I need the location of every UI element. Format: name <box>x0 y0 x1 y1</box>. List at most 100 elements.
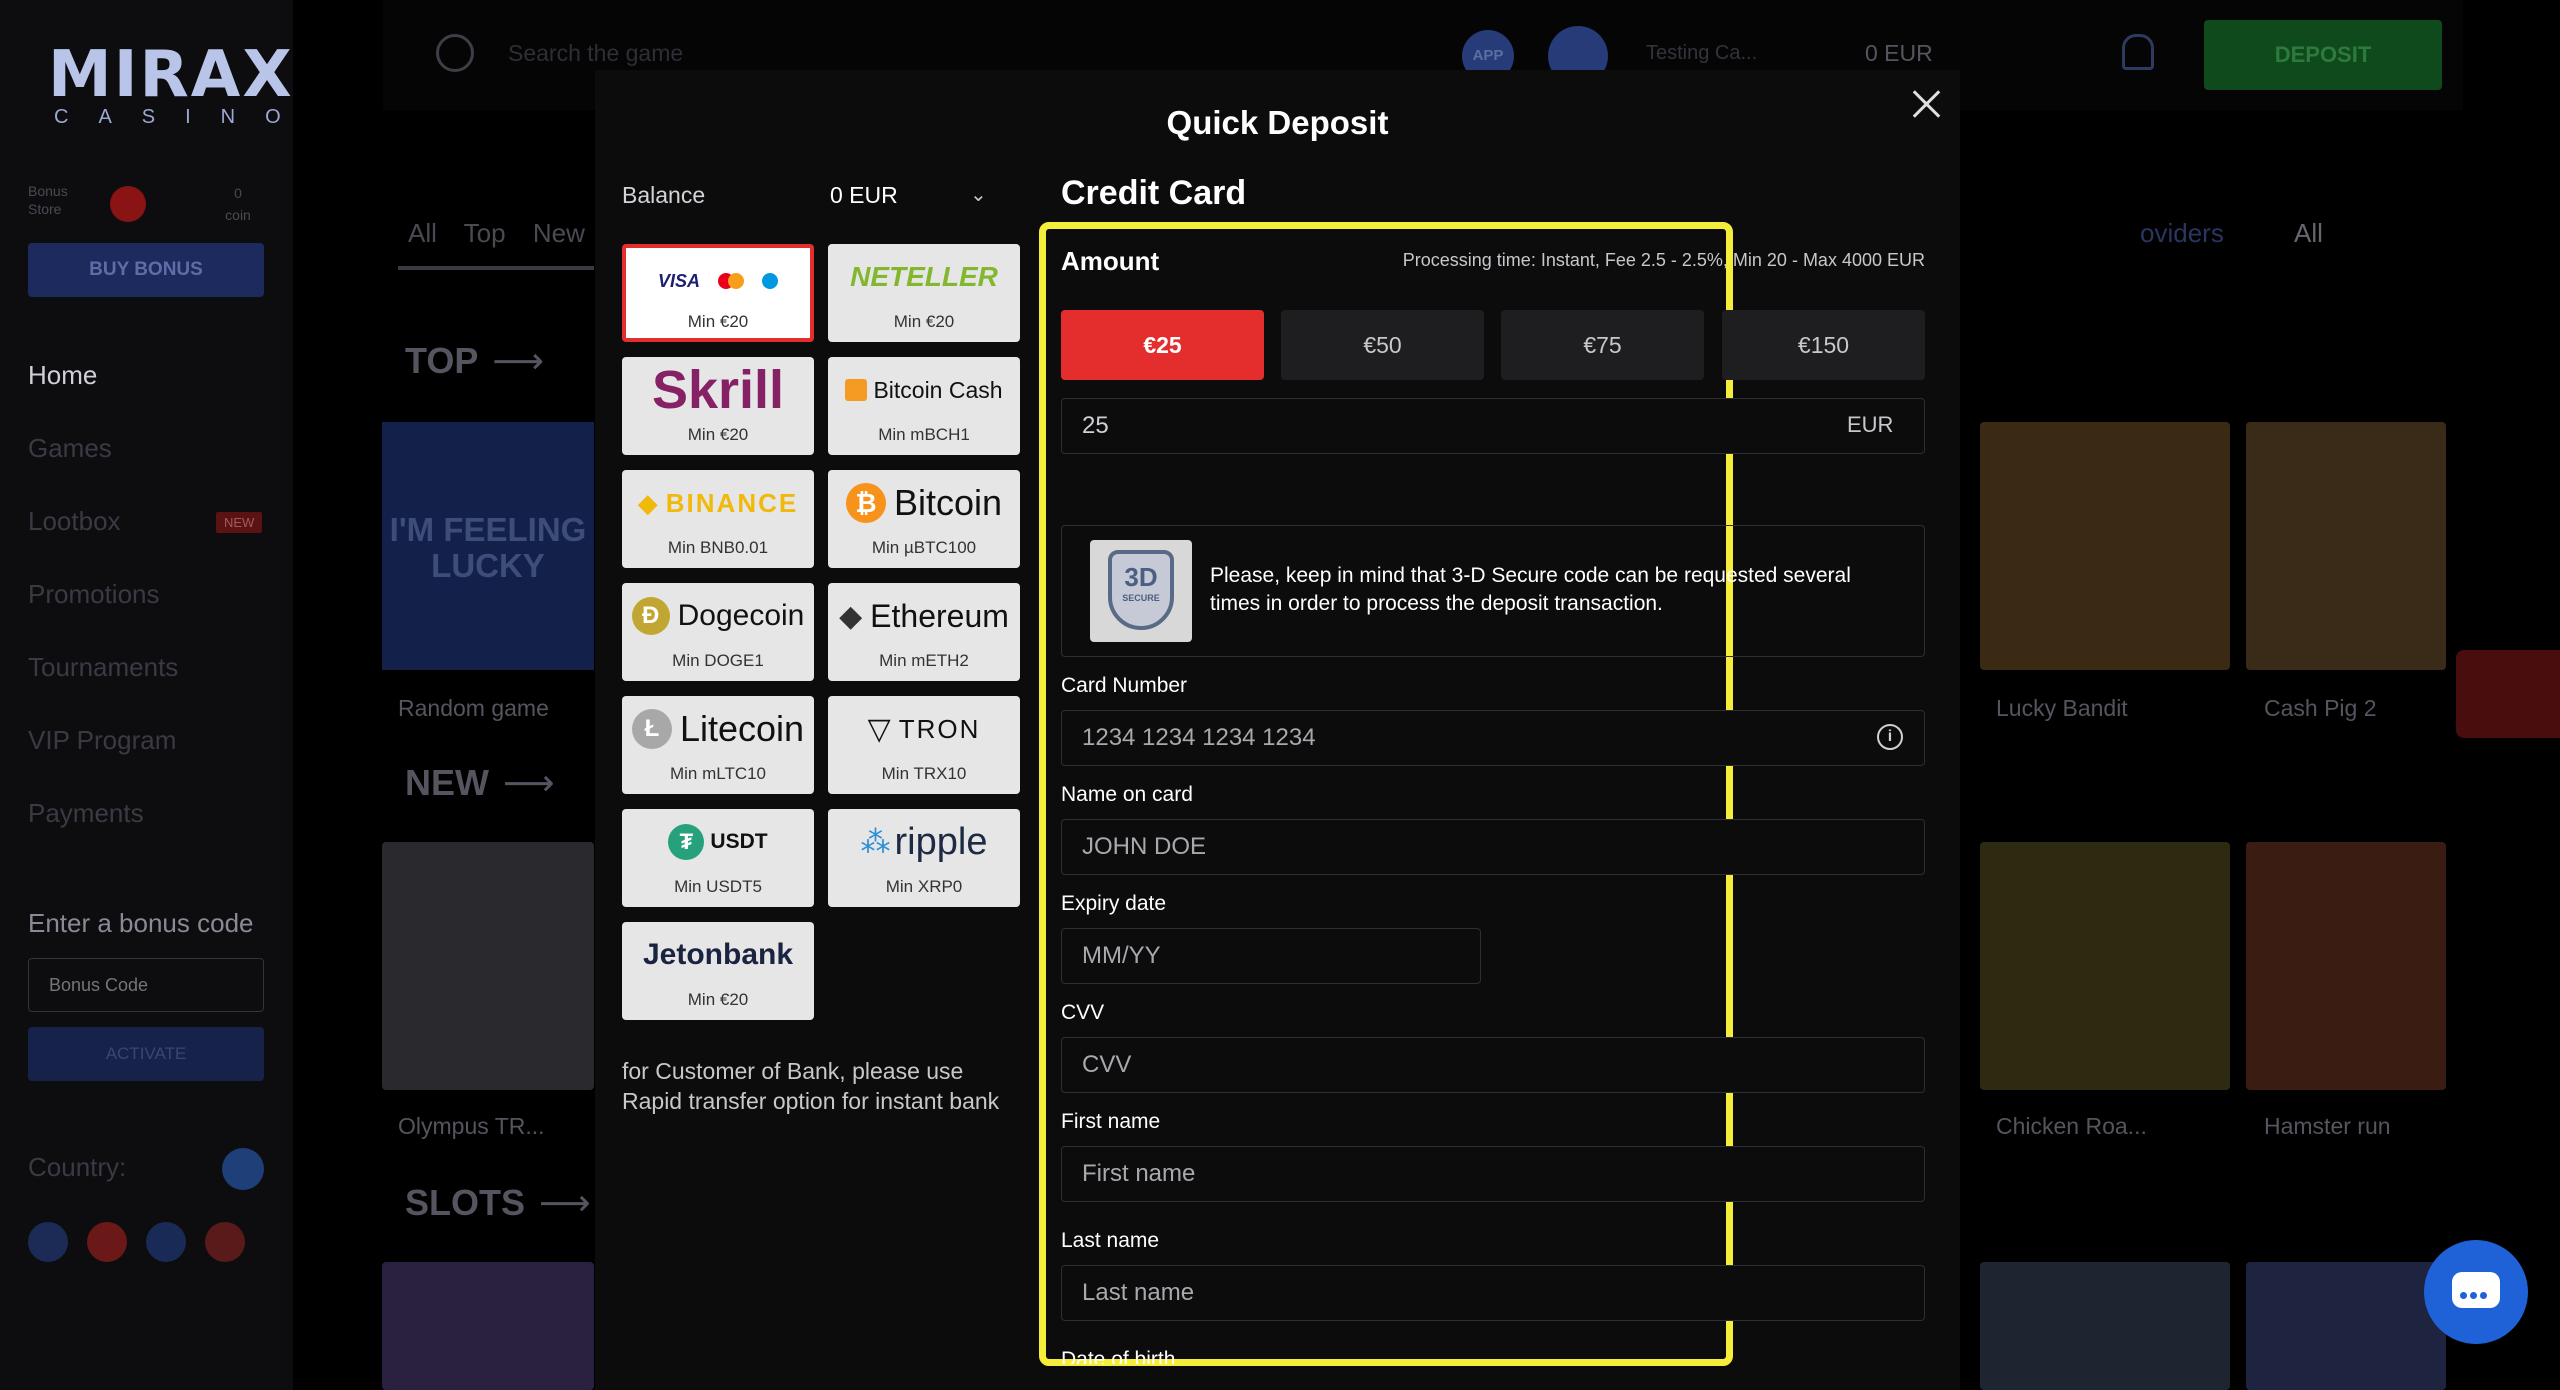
flag-au-icon[interactable] <box>28 1222 68 1262</box>
ethereum-icon: ◆ <box>839 599 863 633</box>
main-tabs: All Top New <box>408 218 605 249</box>
payment-method-jetonbank[interactable]: Jetonbank Min €20 <box>622 922 814 1020</box>
payment-method-binance[interactable]: ◆ BINANCE Min BNB0.01 <box>622 470 814 568</box>
last-name-input[interactable] <box>1061 1265 1925 1321</box>
buy-bonus-button[interactable]: BUY BONUS <box>28 243 264 297</box>
user-name[interactable]: Testing Ca... <box>1646 42 1757 65</box>
payment-method-visa[interactable]: VISA Min €20 <box>622 244 814 342</box>
bell-icon[interactable] <box>2122 34 2154 70</box>
min-label: Min XRP0 <box>885 877 963 896</box>
last-name-label: Last name <box>1061 1229 1160 1252</box>
sidebar-item-tournaments[interactable]: Tournaments <box>28 652 178 725</box>
game-label: Chicken Roa... <box>1996 1113 2147 1139</box>
sidebar-item-games[interactable]: Games <box>28 433 178 506</box>
flag-nz-icon[interactable] <box>146 1222 186 1262</box>
visa-text: VISA <box>657 270 700 291</box>
balance-label: Balance <box>622 182 706 208</box>
amount-75-button[interactable]: €75 <box>1501 310 1704 380</box>
sidebar: MIRAX CASINO Bonus Store 0 coin BUY BONU… <box>0 0 293 1390</box>
game-tile-slot[interactable] <box>1980 1262 2230 1390</box>
payment-method-bitcoin[interactable]: ₿ Bitcoin Min µBTC100 <box>828 470 1020 568</box>
chevron-down-icon[interactable]: ⌄ <box>970 182 987 207</box>
search-icon[interactable] <box>436 34 474 72</box>
chat-button[interactable] <box>2424 1240 2528 1344</box>
globe-icon[interactable] <box>222 1148 264 1190</box>
sidebar-item-promotions[interactable]: Promotions <box>28 579 178 652</box>
card-number-input[interactable] <box>1061 710 1925 766</box>
payment-method-skrill[interactable]: Skrill Min €20 <box>622 357 814 455</box>
sidebar-item-lootbox[interactable]: Lootbox NEW <box>28 506 263 579</box>
sidebar-nav: Home Games Lootbox NEW Promotions Tournam… <box>28 360 263 871</box>
header-balance[interactable]: 0 EUR <box>1865 40 1933 67</box>
tab-top[interactable]: Top <box>464 218 506 248</box>
activate-button[interactable]: ACTIVATE <box>28 1027 264 1081</box>
maestro-icon <box>762 273 778 289</box>
min-label: Min DOGE1 <box>672 651 764 670</box>
cvv-label: CVV <box>1061 1001 1105 1024</box>
game-tile-slot[interactable] <box>382 1262 594 1390</box>
processing-info: Processing time: Instant, Fee 2.5 - 2.5%… <box>1402 250 1925 270</box>
min-label: Min €20 <box>687 425 749 444</box>
payment-method-tron[interactable]: ▽ TRON Min TRX10 <box>828 696 1020 794</box>
sidebar-item-label: Promotions <box>28 579 160 609</box>
game-tile-lucky-bandit[interactable] <box>1980 422 2230 670</box>
info-icon[interactable]: i <box>1877 724 1903 750</box>
balance-value[interactable]: 0 EUR <box>830 182 898 209</box>
payment-method-bitcoin-cash[interactable]: Bitcoin Cash Min mBCH1 <box>828 357 1020 455</box>
providers-tab[interactable]: oviders <box>2140 218 2224 249</box>
game-tile-hamster-run[interactable] <box>2246 842 2446 1090</box>
payment-method-ethereum[interactable]: ◆ Ethereum Min mETH2 <box>828 583 1020 681</box>
min-label: Min €20 <box>893 312 955 331</box>
trophy-icon[interactable] <box>2456 650 2560 738</box>
section-slots-title[interactable]: SLOTS ⟶ <box>405 1182 591 1224</box>
litecoin-icon: Ł <box>631 709 672 749</box>
bonus-code-input[interactable] <box>28 958 264 1012</box>
close-icon[interactable] <box>1907 84 1947 124</box>
payment-method-litecoin[interactable]: Ł Litecoin Min mLTC10 <box>622 696 814 794</box>
tron-icon: ▽ <box>867 712 893 746</box>
bank-note: for Customer of Bank, please use Rapid t… <box>622 1058 1000 1114</box>
usdt-text: USDT <box>710 830 768 853</box>
payment-method-ripple[interactable]: ⁂ ripple Min XRP0 <box>828 809 1020 907</box>
litecoin-text: Litecoin <box>679 708 805 749</box>
game-tile-cash-pig[interactable] <box>2246 422 2446 670</box>
search-input[interactable]: Search the game <box>508 40 683 67</box>
amount-25-button[interactable]: €25 <box>1061 310 1264 380</box>
flag-ch-icon[interactable] <box>205 1222 245 1262</box>
ripple-text: ripple <box>894 820 988 863</box>
flag-ca-icon[interactable] <box>87 1222 127 1262</box>
cvv-input[interactable] <box>1061 1037 1925 1093</box>
bonus-store[interactable]: Bonus Store 0 coin <box>28 182 268 226</box>
section-new-title[interactable]: NEW ⟶ <box>405 762 555 804</box>
amount-input[interactable] <box>1061 398 1925 454</box>
tab-new[interactable]: New <box>533 218 585 248</box>
first-name-input[interactable] <box>1061 1146 1925 1202</box>
game-tile-slot[interactable] <box>2246 1262 2446 1390</box>
feeling-lucky-tile[interactable]: I'M FEELING LUCKY <box>382 422 594 670</box>
deposit-button[interactable]: DEPOSIT <box>2204 20 2442 90</box>
name-on-card-input[interactable] <box>1061 819 1925 875</box>
amount-150-button[interactable]: €150 <box>1722 310 1925 380</box>
sidebar-item-vip[interactable]: VIP Program <box>28 725 178 798</box>
bonus-ball-icon <box>110 186 146 222</box>
expiry-date-label: Expiry date <box>1061 892 1167 915</box>
bitcoin-icon: ₿ <box>845 483 886 523</box>
payment-method-usdt[interactable]: ₮ USDT Min USDT5 <box>622 809 814 907</box>
game-tile-olympus[interactable] <box>382 842 594 1090</box>
game-tile-chicken-road[interactable] <box>1980 842 2230 1090</box>
tab-all[interactable]: All <box>408 218 437 248</box>
sidebar-item-payments[interactable]: Payments <box>28 798 178 871</box>
payment-method-neteller[interactable]: NETELLER Min €20 <box>828 244 1020 342</box>
name-on-card-label: Name on card <box>1061 783 1193 806</box>
payment-method-dogecoin[interactable]: Ð Dogecoin Min DOGE1 <box>622 583 814 681</box>
section-top-title[interactable]: TOP ⟶ <box>405 340 544 382</box>
providers-all-select[interactable]: All <box>2294 218 2323 249</box>
3d-secure-notice: 3D SECURE Please, keep in mind that 3-D … <box>1061 525 1925 657</box>
mirax-logo[interactable]: MIRAX CASINO <box>48 38 292 128</box>
amount-50-button[interactable]: €50 <box>1281 310 1484 380</box>
sidebar-item-label: Tournaments <box>28 652 179 682</box>
sidebar-item-home[interactable]: Home <box>28 360 178 433</box>
date-of-birth-label: Date of birth <box>1061 1348 1176 1364</box>
arrow-right-icon: ⟶ <box>539 1182 591 1223</box>
expiry-date-input[interactable] <box>1061 928 1481 984</box>
